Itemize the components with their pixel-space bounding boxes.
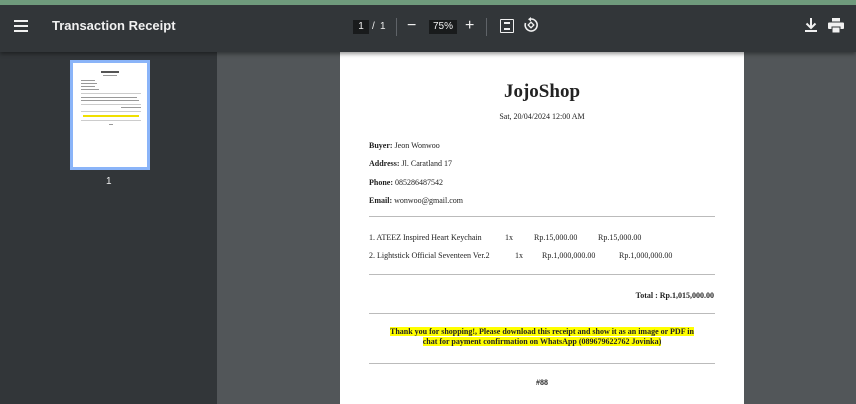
thumbnail-page-number: 1 xyxy=(106,176,112,187)
page-separator: / xyxy=(372,21,375,32)
page-thumbnail[interactable] xyxy=(70,60,150,170)
buyer-row: Buyer: Jeon Wonwoo xyxy=(369,141,440,150)
item-qty: 1x xyxy=(515,251,523,260)
fit-page-icon[interactable] xyxy=(500,19,514,33)
thumbnail-line xyxy=(81,100,139,101)
thumbnail-line xyxy=(81,86,95,87)
notice-line-1: Thank you for shopping!, Please download… xyxy=(390,327,694,336)
menu-icon[interactable] xyxy=(12,17,30,35)
address-row: Address: Jl. Caratland 17 xyxy=(369,159,452,168)
toolbar: Transaction Receipt 1 / 1 − 75% + xyxy=(0,0,856,52)
address-value: Jl. Caratland 17 xyxy=(401,159,452,168)
email-label: Email: xyxy=(369,196,393,205)
payment-notice: Thank you for shopping!, Please download… xyxy=(340,327,744,347)
page-number-input[interactable]: 1 xyxy=(353,20,369,34)
print-icon[interactable] xyxy=(828,18,844,33)
item-subtotal: Rp.15,000.00 xyxy=(598,233,642,242)
page-total: 1 xyxy=(380,21,386,32)
zoom-out-button[interactable]: − xyxy=(407,16,416,36)
zoom-in-button[interactable]: + xyxy=(465,16,474,36)
rotate-icon[interactable] xyxy=(523,17,539,33)
buyer-label: Buyer: xyxy=(369,141,393,150)
address-label: Address: xyxy=(369,159,400,168)
notice-line-2: chat for payment confirmation on WhatsAp… xyxy=(422,337,662,346)
thumbnail-line xyxy=(81,89,99,90)
thumbnail-line xyxy=(103,75,117,76)
pdf-page: JojoShop Sat, 20/04/2024 12:00 AM Buyer:… xyxy=(340,52,744,404)
toolbar-divider xyxy=(486,18,487,36)
thumbnail-line xyxy=(81,97,137,98)
order-total: Total : Rp.1,015,000.00 xyxy=(635,291,714,300)
thumbnail-line xyxy=(81,80,95,81)
order-code: #88 xyxy=(536,378,548,387)
email-value: wonwoo@gmail.com xyxy=(394,196,464,205)
item-name: 2. Lightstick Official Seventeen Ver.2 xyxy=(369,251,490,260)
phone-label: Phone: xyxy=(369,178,393,187)
thumbnail-line xyxy=(101,71,119,73)
download-icon[interactable] xyxy=(804,17,818,33)
item-name: 1. ATEEZ Inspired Heart Keychain xyxy=(369,233,482,242)
shop-name: JojoShop xyxy=(503,81,581,102)
thumbnail-line xyxy=(121,107,141,108)
divider-line xyxy=(369,216,715,217)
thumbnail-line xyxy=(81,120,141,121)
toolbar-divider xyxy=(396,18,397,36)
thumbnail-line xyxy=(109,124,113,125)
thumbnail-highlight xyxy=(83,115,139,117)
window-accent-strip xyxy=(0,0,856,5)
document-title: Transaction Receipt xyxy=(52,18,176,33)
buyer-value: Jeon Wonwoo xyxy=(394,141,440,150)
thumbnail-line xyxy=(81,111,141,112)
item-price: Rp.1,000,000.00 xyxy=(542,251,596,260)
divider-line xyxy=(369,274,715,275)
thumbnail-line xyxy=(81,93,141,94)
phone-row: Phone: 085286487542 xyxy=(369,178,443,187)
phone-value: 085286487542 xyxy=(395,178,443,187)
receipt-date: Sat, 20/04/2024 12:00 AM xyxy=(499,112,585,121)
divider-line xyxy=(369,313,715,314)
thumbnail-line xyxy=(81,104,141,105)
thumbnail-line xyxy=(81,83,97,84)
item-subtotal: Rp.1,000,000.00 xyxy=(619,251,673,260)
item-qty: 1x xyxy=(505,233,513,242)
item-price: Rp.15,000.00 xyxy=(534,233,578,242)
divider-line xyxy=(369,363,715,364)
zoom-level-input[interactable]: 75% xyxy=(429,20,457,34)
email-row: Email: wonwoo@gmail.com xyxy=(369,196,463,205)
